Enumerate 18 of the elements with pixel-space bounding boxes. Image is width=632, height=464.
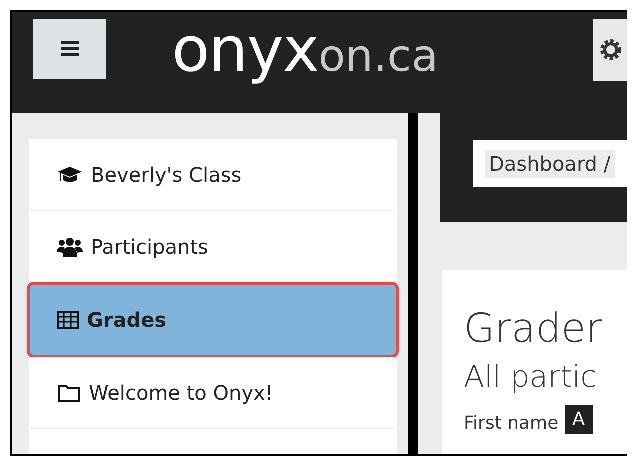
users-icon [57, 236, 83, 256]
folder-icon [57, 382, 81, 402]
filter-label: First name [464, 413, 559, 434]
page-title: Grader [464, 306, 604, 352]
settings-icon [599, 38, 623, 62]
sidebar-item[interactable]: Participants [29, 211, 397, 283]
filter-button[interactable]: A [564, 405, 593, 434]
logo: onyxon.ca [172, 13, 439, 86]
menu-icon [60, 41, 80, 57]
table-icon [57, 310, 79, 328]
sidebar-item[interactable]: Welcome to Onyx! [29, 357, 397, 429]
settings-button[interactable] [593, 19, 627, 81]
sidebar-item[interactable]: Grades [29, 284, 397, 356]
breadcrumb-link[interactable]: Dashboard / [485, 150, 615, 178]
page-subtitle: All partic [464, 360, 598, 395]
sidebar-item[interactable]: Beverly's Class [29, 139, 397, 211]
menu-button[interactable] [33, 19, 106, 79]
graduation-cap-icon [57, 164, 83, 184]
